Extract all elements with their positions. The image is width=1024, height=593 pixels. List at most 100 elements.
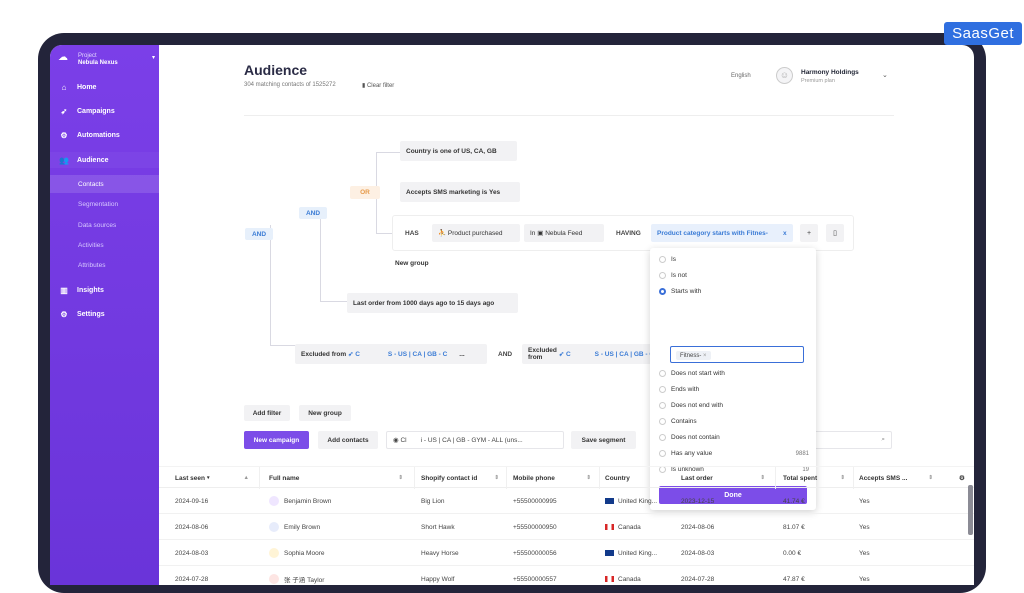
account-name[interactable]: Harmony Holdings: [801, 69, 859, 76]
cell-text: +55500000056: [513, 549, 557, 557]
column-last-seen[interactable]: Last seen ▾ ▲: [175, 467, 255, 489]
sidebar-subitem-activities[interactable]: Activities: [50, 236, 159, 254]
option-does-not-contain[interactable]: Does not contain: [659, 434, 809, 441]
avatar[interactable]: ☺: [776, 67, 793, 84]
add-contacts-button[interactable]: Add contacts: [318, 431, 378, 449]
cell-text: Heavy Horse: [421, 549, 459, 557]
clear-filter-button[interactable]: ▮ Clear filter: [362, 82, 394, 89]
column-shopify-id[interactable]: Shopify contact id ⇕: [421, 467, 505, 489]
cell-text: Yes: [859, 497, 870, 505]
table-row[interactable]: 2024-08-03 Sophia Moore Heavy Horse +555000…: [159, 540, 974, 566]
option-is[interactable]: Is: [659, 256, 809, 263]
option-ends-with[interactable]: Ends with: [659, 386, 809, 393]
project-switcher[interactable]: ☁ Project Nebula Nexus ▾: [58, 52, 155, 70]
last-order-rule[interactable]: Last order from 1000 days ago to 15 days…: [347, 293, 518, 313]
option-does-not-end-with[interactable]: Does not end with: [659, 402, 809, 409]
sort-icon: ⇕: [928, 475, 933, 481]
sidebar-item-audience[interactable]: 👥 Audience: [50, 152, 159, 168]
save-segment-button[interactable]: Save segment: [571, 431, 636, 449]
cell-text: United King...: [618, 497, 658, 505]
cell-text: Canada: [618, 575, 641, 583]
new-campaign-button[interactable]: New campaign: [244, 431, 309, 449]
value-input[interactable]: Fitness- ×: [670, 346, 804, 363]
condition-label: Product category starts with Fitnes-: [657, 229, 768, 237]
sidebar-subitem-segmentation[interactable]: Segmentation: [50, 195, 159, 213]
excluded-rule-1[interactable]: Excluded from ➶ C S - US | CA | GB - C...: [295, 344, 487, 364]
new-group-link[interactable]: New group: [395, 257, 429, 269]
search-input[interactable]: ⌕: [812, 431, 892, 449]
column-last-order[interactable]: Last order ⇕: [681, 467, 771, 489]
sidebar-item-automations[interactable]: ⚙ Automations: [50, 127, 159, 143]
event-select[interactable]: ⛹ Product purchased: [432, 224, 520, 242]
cell-text: Big Lion: [421, 497, 445, 505]
add-filter-button[interactable]: Add filter: [244, 405, 290, 421]
option-contains[interactable]: Contains: [659, 418, 809, 425]
cell-text: 81.07 €: [783, 523, 805, 531]
condition-select[interactable]: Product category starts with Fitnes-x: [651, 224, 793, 242]
sort-icon: ⇕: [586, 475, 591, 481]
segment-select[interactable]: ◉ Cl i - US | CA | GB - GYM - ALL (uns...: [386, 431, 564, 449]
source-select[interactable]: In ▣ Nebula Feed: [524, 224, 604, 242]
cell-text: 2024-07-28: [681, 575, 715, 583]
column-label: Total spent: [783, 474, 818, 482]
table-row[interactable]: 2024-09-16 Benjamin Brown Big Lion +5550000…: [159, 488, 974, 514]
column-label: Last order: [681, 474, 713, 482]
table-row[interactable]: 2024-08-06 Emily Brown Short Hawk +55500000…: [159, 514, 974, 540]
app-screen: ☁ Project Nebula Nexus ▾ ⌂ Home ➶ Campai…: [50, 45, 974, 585]
sms-rule[interactable]: Accepts SMS marketing is Yes: [400, 182, 520, 202]
cell-text: 2024-08-06: [681, 523, 715, 531]
close-icon[interactable]: ×: [703, 353, 707, 359]
sort-icon: ⇕: [760, 475, 765, 481]
or-operator[interactable]: OR: [350, 186, 380, 199]
cell-text: United King...: [618, 549, 658, 557]
column-divider: [775, 467, 776, 489]
and-operator[interactable]: AND: [245, 228, 273, 240]
account-plan: Premium plan: [801, 78, 835, 84]
option-has-any-value[interactable]: Has any value 9881: [659, 450, 809, 457]
chevron-down-icon[interactable]: ⌄: [882, 71, 888, 79]
sidebar-item-settings[interactable]: ⚙ Settings: [50, 306, 159, 322]
excluded-campaign-c: C: [355, 350, 360, 358]
campaign-icon: ➶: [556, 351, 566, 358]
cell-text: 2024-08-06: [175, 523, 209, 531]
column-full-name[interactable]: Full name ⇕: [269, 467, 409, 489]
and-operator: AND: [498, 350, 513, 358]
sidebar-subitem-contacts[interactable]: Contacts: [50, 175, 159, 193]
column-country[interactable]: Country: [605, 467, 675, 489]
sidebar-subitem-data-sources[interactable]: Data sources: [50, 216, 159, 234]
close-icon[interactable]: x: [783, 230, 787, 237]
cell-text: Yes: [859, 575, 870, 583]
radio-selected-icon: [659, 288, 666, 295]
excluded-rule-2[interactable]: Excluded from ➶ C S - US | CA | GB - C: [522, 344, 654, 364]
column-mobile-phone[interactable]: Mobile phone ⇕: [513, 467, 597, 489]
clear-filter-label: Clear filter: [366, 83, 395, 89]
trash-icon[interactable]: ▯: [826, 224, 844, 242]
cell-last-order: 2024-08-06: [681, 514, 714, 540]
feed-icon: ▣: [535, 230, 546, 237]
sidebar-subitem-attributes[interactable]: Attributes: [50, 256, 159, 274]
column-accepts-sms[interactable]: Accepts SMS ... ⇕: [859, 467, 939, 489]
option-starts-with[interactable]: Starts with: [659, 288, 809, 295]
option-count: 9881: [795, 450, 809, 457]
radio-icon: [659, 272, 666, 279]
cell-text: Canada: [618, 523, 641, 531]
language-select[interactable]: English: [731, 73, 751, 79]
radio-icon: [659, 402, 666, 409]
and-operator[interactable]: AND: [299, 207, 327, 219]
column-total-spent[interactable]: Total spent ⇕: [783, 467, 851, 489]
sidebar-item-home[interactable]: ⌂ Home: [50, 79, 159, 95]
scrollbar[interactable]: [968, 485, 973, 535]
country-rule[interactable]: Country is one of US, CA, GB: [400, 141, 517, 161]
sidebar-item-campaigns[interactable]: ➶ Campaigns: [50, 103, 159, 119]
add-condition-button[interactable]: +: [800, 224, 818, 242]
option-is-not[interactable]: Is not: [659, 272, 809, 279]
option-does-not-start-with[interactable]: Does not start with: [659, 370, 809, 377]
divider: [244, 115, 894, 116]
radio-icon: [659, 434, 666, 441]
cell-last-seen: 2024-08-03: [175, 540, 208, 566]
option-label: Contains: [671, 418, 697, 425]
new-group-button[interactable]: New group: [299, 405, 351, 421]
avatar: [269, 496, 279, 506]
sidebar-item-insights[interactable]: ▥ Insights: [50, 282, 159, 298]
option-label: Has any value: [671, 450, 713, 457]
